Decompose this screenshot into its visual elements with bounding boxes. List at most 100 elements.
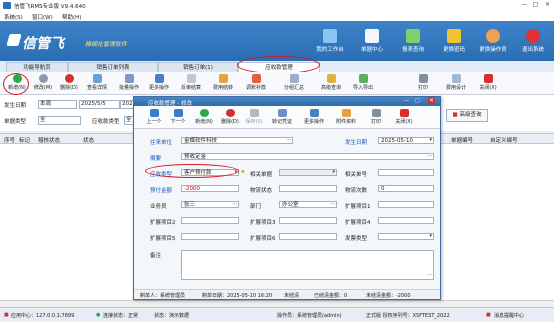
close-window-button[interactable]: ✕ <box>543 1 552 9</box>
ext3-label: 扩展项目3 <box>250 220 276 226</box>
fee-design-button[interactable]: 费用设计 <box>443 73 469 93</box>
dialog-form: 往来单位 金蝶软件科技 ··· 发生日期 2025-05-10 ▾ 摘要 预收定金 ·… <box>134 129 440 287</box>
dialog-close-button[interactable]: 关闭(X) <box>392 107 416 127</box>
ext6-label: 扩展项目6 <box>250 236 276 242</box>
minimize-button[interactable]: — <box>520 1 529 9</box>
col-audit[interactable]: 稽核状态 <box>38 136 60 144</box>
menu-window[interactable]: 窗口(W) <box>32 13 53 21</box>
more-op-button[interactable]: 更多操作 <box>146 73 172 93</box>
next-button[interactable]: 下一个 <box>166 107 190 127</box>
edit-button[interactable]: 修改(M) <box>30 73 56 93</box>
operator-text: 操作员：系统管理员(admin) <box>277 312 342 319</box>
ellipsis-icon[interactable]: ··· <box>427 272 432 279</box>
print-button[interactable]: 打印 <box>410 73 436 93</box>
ext3-input[interactable] <box>279 217 337 224</box>
voucher-button[interactable]: 转记凭证 <box>270 107 294 127</box>
ellipsis-icon[interactable]: ··· <box>232 201 237 208</box>
amount-input[interactable]: -2000 <box>181 185 239 192</box>
status-bar: ■ 应用中心：127.0.0.1:7899 ● 连接状态：正常 状态：演示数据 … <box>0 307 554 322</box>
col-custom-no[interactable]: 自定义编号 <box>490 136 518 144</box>
message-center-text[interactable]: 消息提醒中心 <box>494 312 524 319</box>
dialog-add-button[interactable]: 新增(N) <box>192 107 216 127</box>
chevron-down-icon[interactable]: ▾ <box>332 169 335 176</box>
make-time-text: 制单日期：2025-05-10 16:20 <box>202 292 273 299</box>
app-center-text: 应用中心：127.0.0.1:7899 <box>11 312 75 319</box>
attachment-button[interactable]: 附件资料 <box>334 107 358 127</box>
period-select[interactable]: 本周 <box>38 100 77 109</box>
party-input[interactable]: 金蝶软件科技 ··· <box>181 137 293 144</box>
dialog-maximize-icon[interactable]: □ <box>415 98 420 104</box>
calendar-icon[interactable]: ▾ <box>429 137 432 144</box>
ellipsis-icon[interactable]: ··· <box>330 201 335 208</box>
dialog-more-button[interactable]: 更多操作 <box>302 107 326 127</box>
print-icon <box>371 109 381 117</box>
col-seq[interactable]: 序号 <box>4 136 15 144</box>
logistics-count-label: 物流次数 <box>345 188 368 194</box>
title-bar: 信管飞RMS专业版 V9.4.640 — □ ✕ <box>0 0 554 11</box>
report-query-button[interactable]: 报表查询 <box>394 27 432 59</box>
date-label: 发生日期 <box>4 103 27 109</box>
related-no-input[interactable] <box>378 169 434 176</box>
ellipsis-icon[interactable]: ··· <box>427 153 432 160</box>
change-password-button[interactable]: 更换密码 <box>435 27 473 59</box>
adjust-payment-button[interactable]: 调账补款 <box>243 73 269 93</box>
ext5-input[interactable] <box>181 233 239 240</box>
doc-type-select[interactable]: 全 <box>38 116 81 125</box>
ext2-input[interactable] <box>181 217 239 224</box>
exit-system-button[interactable]: 退出系统 <box>514 27 552 59</box>
delete-button[interactable]: 删除(D) <box>56 73 82 93</box>
staff-input[interactable]: 张三 ··· <box>181 201 239 208</box>
reverse-audit-button[interactable]: 反审结算 <box>178 73 204 93</box>
remark-textarea[interactable]: ··· <box>181 250 434 280</box>
col-mark[interactable]: 标记 <box>19 136 30 144</box>
dialog-minimize-icon[interactable]: — <box>404 98 409 104</box>
ext4-label: 扩展项目4 <box>345 220 371 226</box>
summary-input[interactable]: 预收定金 ··· <box>181 153 434 160</box>
advanced-query-button[interactable]: ■ 高级查询 <box>446 109 488 122</box>
ext1-input[interactable] <box>378 201 434 208</box>
close-button[interactable]: 关闭(X) <box>475 73 501 93</box>
view-detail-button[interactable]: 查看详情 <box>84 73 110 93</box>
dialog-close-icon[interactable]: ✕ <box>428 97 436 104</box>
chevron-down-icon[interactable]: ▾ <box>429 233 432 240</box>
col-status[interactable]: 状态 <box>83 136 94 144</box>
logistics-status-input[interactable] <box>279 185 337 192</box>
audit-icon <box>186 74 196 83</box>
more-icon <box>154 74 164 83</box>
view-icon <box>92 74 102 83</box>
document-center-button[interactable]: 单据中心 <box>353 27 391 59</box>
delete-icon <box>64 74 74 83</box>
logistics-count-input[interactable]: 0 <box>378 185 434 192</box>
dialog-print-button[interactable]: 打印 <box>364 107 388 127</box>
query-icon: ■ <box>452 112 458 118</box>
col-doc-no[interactable]: 单据编号 <box>451 136 473 144</box>
batch-op-button[interactable]: 批量操作 <box>116 73 142 93</box>
change-operator-button[interactable]: 更换操作员 <box>474 27 512 59</box>
date-input[interactable]: 2025-05-10 ▾ <box>378 137 434 144</box>
arrow-up-icon <box>149 109 159 117</box>
ext4-input[interactable] <box>378 217 434 224</box>
fee-transfer-button[interactable]: 费用结转 <box>210 73 236 93</box>
staff-label: 业务员 <box>150 204 167 210</box>
batch-icon <box>124 74 134 83</box>
group-summary-button[interactable]: 分组汇总 <box>281 73 307 93</box>
advanced-search-button[interactable]: 高级查询 <box>318 73 344 93</box>
ellipsis-icon[interactable]: ··· <box>286 137 291 144</box>
prev-button[interactable]: 上一个 <box>142 107 166 127</box>
message-icon: ■ <box>486 311 491 318</box>
fee-icon <box>218 74 228 83</box>
import-export-button[interactable]: 导入导出 <box>350 73 376 93</box>
ext6-input[interactable] <box>279 233 337 240</box>
menu-help[interactable]: 帮助(H) <box>62 13 81 21</box>
status-icon: ■ <box>4 311 9 318</box>
dept-input[interactable]: 办公室 ··· <box>279 201 337 208</box>
dialog-delete-button[interactable]: 删除(D) <box>218 107 242 127</box>
invoice-select[interactable]: ▾ <box>378 233 434 240</box>
date-from-input[interactable]: 2025/5/5 <box>79 100 120 109</box>
related-doc-input[interactable]: ▾ <box>279 169 337 176</box>
workbench-button[interactable]: 我的工作台 <box>311 27 349 59</box>
search-icon <box>326 74 336 83</box>
menu-system[interactable]: 系统(S) <box>4 13 23 21</box>
maximize-button[interactable]: □ <box>531 1 540 9</box>
dialog-save-button[interactable]: 保存(S) <box>242 107 266 127</box>
